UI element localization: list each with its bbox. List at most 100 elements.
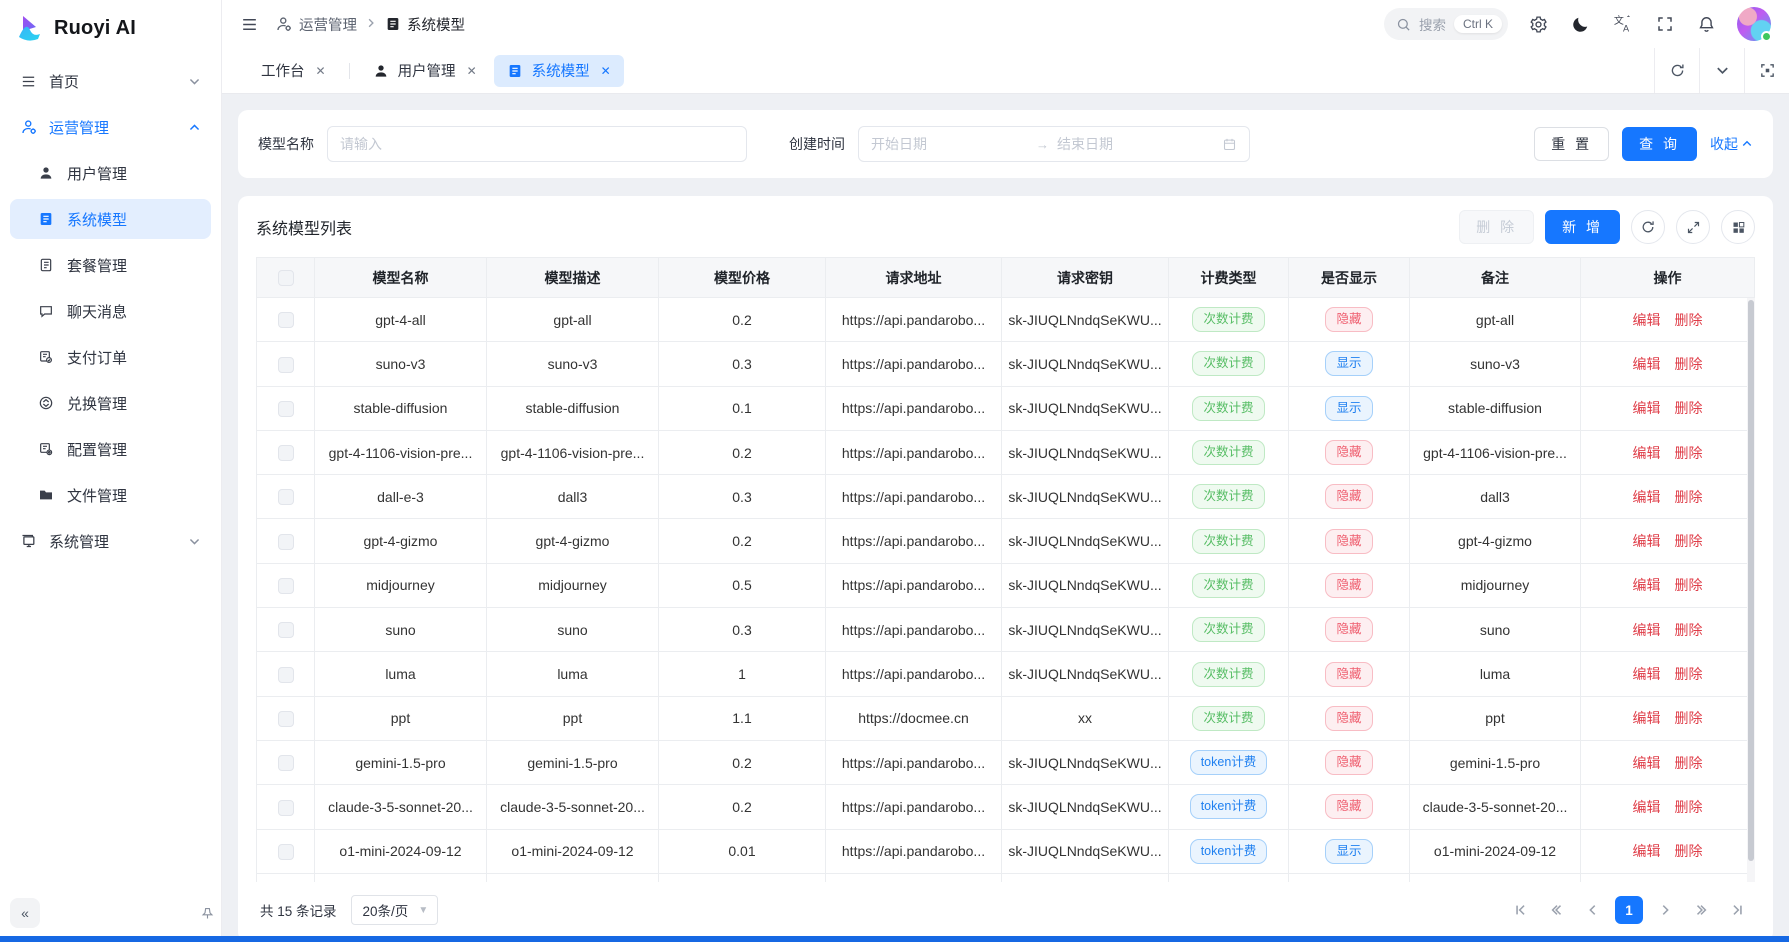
pagination-next-double-button[interactable] [1687, 896, 1715, 924]
edit-link[interactable]: 编辑 [1633, 799, 1661, 815]
delete-link[interactable]: 删除 [1675, 622, 1703, 638]
cell-visibility: 隐藏 [1289, 519, 1410, 563]
edit-link[interactable]: 编辑 [1633, 445, 1661, 461]
pagination-prev-button[interactable] [1579, 896, 1607, 924]
sidebar-item-redeem-management[interactable]: 兑换管理 [10, 383, 211, 423]
add-button[interactable]: 新 增 [1545, 210, 1620, 244]
dark-mode-moon-icon[interactable] [1569, 13, 1592, 36]
settings-gear-icon[interactable] [1527, 13, 1550, 36]
sidebar-item-system-model[interactable]: 系统模型 [10, 199, 211, 239]
row-checkbox[interactable] [278, 401, 294, 417]
global-search-input[interactable]: 搜索 Ctrl K [1384, 8, 1508, 40]
row-checkbox[interactable] [278, 844, 294, 860]
pagination-prev-double-button[interactable] [1543, 896, 1571, 924]
language-translate-icon[interactable]: 文A [1611, 12, 1635, 36]
table-footer: 共 15 条记录 20条/页 ▼ 1 [256, 882, 1755, 934]
search-button[interactable]: 查 询 [1622, 127, 1697, 161]
hamburger-menu-icon[interactable] [238, 13, 261, 36]
row-checkbox[interactable] [278, 489, 294, 505]
tab-user-management[interactable]: 用户管理✕ [360, 55, 490, 87]
content-fullscreen-icon[interactable] [1744, 48, 1789, 93]
edit-link[interactable]: 编辑 [1633, 622, 1661, 638]
reset-button[interactable]: 重 置 [1534, 127, 1609, 161]
edit-link[interactable]: 编辑 [1633, 533, 1661, 549]
row-checkbox[interactable] [278, 667, 294, 683]
row-checkbox[interactable] [278, 445, 294, 461]
row-checkbox[interactable] [278, 357, 294, 373]
delete-link[interactable]: 删除 [1675, 666, 1703, 682]
sidebar-item-system-management[interactable]: 系统管理 [10, 521, 211, 561]
pagination-next-button[interactable] [1651, 896, 1679, 924]
delete-link[interactable]: 删除 [1675, 799, 1703, 815]
row-checkbox[interactable] [278, 711, 294, 727]
create-time-range-input[interactable]: 开始日期 → 结束日期 [858, 126, 1250, 162]
edit-link[interactable]: 编辑 [1633, 312, 1661, 328]
pagination-last-button[interactable] [1723, 896, 1751, 924]
edit-link[interactable]: 编辑 [1633, 666, 1661, 682]
row-checkbox[interactable] [278, 800, 294, 816]
delete-link[interactable]: 删除 [1675, 755, 1703, 771]
sidebar-pin-icon[interactable] [200, 906, 215, 921]
breadcrumb-label: 运营管理 [299, 14, 357, 35]
row-checkbox[interactable] [278, 755, 294, 771]
collapse-filter-link[interactable]: 收起 [1710, 134, 1753, 154]
row-checkbox[interactable] [278, 578, 294, 594]
edit-link[interactable]: 编辑 [1633, 489, 1661, 505]
delete-link[interactable]: 删除 [1675, 445, 1703, 461]
delete-link[interactable]: 删除 [1675, 843, 1703, 859]
sidebar-item-user-management[interactable]: 用户管理 [10, 153, 211, 193]
fullscreen-icon[interactable] [1654, 13, 1676, 35]
edit-link[interactable]: 编辑 [1633, 577, 1661, 593]
expand-table-button[interactable] [1676, 210, 1710, 244]
sidebar-item-home[interactable]: 首页 [10, 61, 211, 101]
breadcrumb-item[interactable]: 运营管理 [275, 14, 357, 35]
user-avatar[interactable] [1737, 7, 1771, 41]
sidebar-item-file-management[interactable]: 文件管理 [10, 475, 211, 515]
tab-workbench[interactable]: 工作台✕ [248, 55, 339, 87]
refresh-button[interactable] [1631, 210, 1665, 244]
edit-link[interactable]: 编辑 [1633, 710, 1661, 726]
tab-system-model[interactable]: 系统模型✕ [494, 55, 624, 87]
edit-link[interactable]: 编辑 [1633, 843, 1661, 859]
breadcrumb-item[interactable]: 系统模型 [385, 14, 465, 35]
scrollbar-thumb[interactable] [1748, 300, 1754, 861]
model-name-input[interactable] [327, 126, 747, 162]
row-checkbox[interactable] [278, 622, 294, 638]
delete-link[interactable]: 删除 [1675, 400, 1703, 416]
column-settings-button[interactable] [1721, 210, 1755, 244]
brand[interactable]: Ruoyi AI [0, 0, 221, 53]
delete-link[interactable]: 删除 [1675, 710, 1703, 726]
sidebar-item-package-management[interactable]: 套餐管理 [10, 245, 211, 285]
delete-link[interactable]: 删除 [1675, 533, 1703, 549]
sidebar-item-chat-messages[interactable]: 聊天消息 [10, 291, 211, 331]
pagination-first-button[interactable] [1507, 896, 1535, 924]
vertical-scrollbar[interactable] [1747, 298, 1755, 882]
tab-refresh-icon[interactable] [1654, 48, 1699, 93]
notifications-bell-icon[interactable] [1695, 13, 1718, 36]
page-size-select[interactable]: 20条/页 ▼ [351, 895, 439, 925]
delete-link[interactable]: 删除 [1675, 356, 1703, 372]
edit-link[interactable]: 编辑 [1633, 400, 1661, 416]
row-checkbox[interactable] [278, 312, 294, 328]
sidebar-item-config-management[interactable]: 配置管理 [10, 429, 211, 469]
edit-link[interactable]: 编辑 [1633, 356, 1661, 372]
row-checkbox[interactable] [278, 534, 294, 550]
tab-close-icon[interactable]: ✕ [467, 64, 477, 78]
tab-close-icon[interactable]: ✕ [316, 64, 326, 78]
pagination-page-1[interactable]: 1 [1615, 896, 1643, 924]
cell-model-desc: gpt-4-1106-vision-pre... [487, 430, 659, 474]
delete-link[interactable]: 删除 [1675, 489, 1703, 505]
brand-logo-icon [14, 13, 44, 43]
sidebar-item-payment-orders[interactable]: 支付订单 [10, 337, 211, 377]
column-header: 请求密钥 [1002, 258, 1169, 298]
tab-close-icon[interactable]: ✕ [601, 64, 611, 78]
brand-name: Ruoyi AI [54, 17, 136, 40]
sidebar-collapse-button[interactable]: « [10, 898, 40, 928]
delete-button[interactable]: 删 除 [1459, 210, 1534, 244]
delete-link[interactable]: 删除 [1675, 577, 1703, 593]
sidebar-item-operations[interactable]: 运营管理 [10, 107, 211, 147]
edit-link[interactable]: 编辑 [1633, 755, 1661, 771]
select-all-checkbox[interactable] [278, 270, 294, 286]
delete-link[interactable]: 删除 [1675, 312, 1703, 328]
tab-options-chevron-icon[interactable] [1699, 48, 1744, 93]
